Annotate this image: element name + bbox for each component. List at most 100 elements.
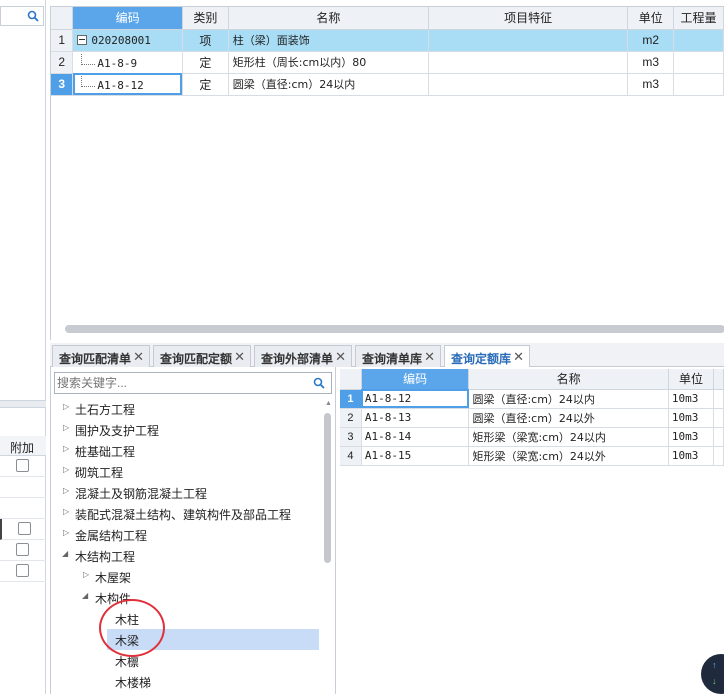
expand-arrow-icon[interactable]: ▷ <box>63 423 69 432</box>
quantity-cell[interactable] <box>673 51 724 74</box>
column-header-name[interactable]: 名称 <box>228 7 430 30</box>
code-cell[interactable]: A1-8-12 <box>72 73 183 96</box>
column-header-feature[interactable]: 项目特征 <box>428 7 629 30</box>
left-grid-row[interactable] <box>0 519 46 540</box>
left-grid-row[interactable] <box>0 540 46 561</box>
tree-node[interactable]: ▷ 混凝土及钢筋混凝土工程 <box>51 482 321 503</box>
feature-cell[interactable] <box>428 29 629 52</box>
name-cell[interactable]: 柱（梁）面装饰 <box>228 29 430 52</box>
tab-bill-library[interactable]: 查询清单库 ✕ <box>355 345 441 367</box>
left-grid-row[interactable] <box>0 456 46 477</box>
expand-arrow-icon[interactable]: ▷ <box>63 507 69 516</box>
column-header-unit[interactable]: 单位 <box>668 369 715 390</box>
collapse-arrow-icon[interactable]: ◢ <box>82 591 88 600</box>
name-cell[interactable]: 圆梁（直径:cm）24以内 <box>228 73 430 96</box>
code-cell[interactable]: A1-8-14 <box>361 427 470 447</box>
extra-cell[interactable] <box>713 427 724 447</box>
tree-search-box[interactable] <box>54 372 332 394</box>
add-checkbox[interactable] <box>16 459 29 472</box>
column-header-name[interactable]: 名称 <box>468 369 669 390</box>
column-header-extra[interactable] <box>713 369 724 390</box>
vertical-scrollbar[interactable] <box>324 413 331 563</box>
table-row[interactable]: 4 A1-8-15 矩形梁（梁宽:cm）24以外 10m3 <box>340 446 724 466</box>
left-grid-row[interactable] <box>0 561 46 582</box>
table-row[interactable]: 2 A1-8-13 圆梁（直径:cm）24以外 10m3 <box>340 408 724 428</box>
expand-arrow-icon[interactable]: ▷ <box>63 402 69 411</box>
row-number[interactable]: 4 <box>340 446 362 466</box>
table-row[interactable]: 2 A1-8-9 定 矩形柱（周长:cm以内）80 m3 <box>51 51 724 74</box>
collapse-arrow-icon[interactable]: ◢ <box>62 549 68 558</box>
type-cell[interactable]: 项 <box>182 29 229 52</box>
quantity-cell[interactable] <box>673 73 724 96</box>
name-cell[interactable]: 圆梁（直径:cm）24以外 <box>468 408 669 428</box>
horizontal-scrollbar[interactable] <box>65 325 724 333</box>
expand-arrow-icon[interactable]: ▷ <box>63 486 69 495</box>
type-cell[interactable]: 定 <box>182 73 229 96</box>
row-number[interactable]: 1 <box>51 29 74 52</box>
feature-cell[interactable] <box>428 51 629 74</box>
feature-cell[interactable] <box>428 73 629 96</box>
expand-arrow-icon[interactable]: ▷ <box>63 444 69 453</box>
unit-cell[interactable]: 10m3 <box>668 446 715 466</box>
left-divider[interactable] <box>0 400 46 408</box>
tree-node[interactable]: ▷ 土石方工程 <box>51 398 321 419</box>
extra-cell[interactable] <box>713 408 724 428</box>
tree-node[interactable]: ◢ 木结构工程 <box>51 545 321 566</box>
tab-match-bill[interactable]: 查询匹配清单 ✕ <box>52 345 150 367</box>
column-header-unit[interactable]: 单位 <box>627 7 675 30</box>
tree-node[interactable]: ▷ 围护及支护工程 <box>51 419 321 440</box>
column-header-code[interactable]: 编码 <box>72 7 183 30</box>
search-icon[interactable] <box>27 10 39 22</box>
row-number[interactable]: 3 <box>51 73 74 96</box>
unit-cell[interactable]: 10m3 <box>668 427 715 447</box>
corner-cell[interactable] <box>51 7 74 30</box>
table-row[interactable]: 3 A1-8-14 矩形梁（梁宽:cm）24以内 10m3 <box>340 427 724 447</box>
expand-arrow-icon[interactable]: ▷ <box>63 465 69 474</box>
row-number[interactable]: 2 <box>51 51 74 74</box>
tree-node-selected[interactable]: 木梁 <box>51 629 321 650</box>
corner-cell[interactable] <box>340 369 362 390</box>
name-cell[interactable]: 矩形柱（周长:cm以内）80 <box>228 51 430 74</box>
left-grid-row[interactable] <box>0 498 46 519</box>
extra-cell[interactable] <box>713 446 724 466</box>
collapse-icon[interactable] <box>77 34 88 45</box>
table-row[interactable]: 1 A1-8-12 圆梁（直径:cm）24以内 10m3 <box>340 389 724 409</box>
tree-node[interactable]: ▷ 金属结构工程 <box>51 524 321 545</box>
type-cell[interactable]: 定 <box>182 51 229 74</box>
tree-node[interactable]: 木楼梯 <box>51 671 321 692</box>
unit-cell[interactable]: 10m3 <box>668 408 715 428</box>
code-cell[interactable]: A1-8-13 <box>361 408 470 428</box>
expand-arrow-icon[interactable]: ▷ <box>83 570 89 579</box>
keyword-search-input[interactable] <box>57 375 307 391</box>
table-row[interactable]: 3 A1-8-12 定 圆梁（直径:cm）24以内 m3 <box>51 73 724 96</box>
close-icon[interactable]: ✕ <box>234 349 245 365</box>
extra-cell[interactable] <box>713 389 724 409</box>
tree-node[interactable]: ▷ 桩基础工程 <box>51 440 321 461</box>
name-cell[interactable]: 矩形梁（梁宽:cm）24以外 <box>468 446 669 466</box>
tree-node[interactable]: 木檩 <box>51 650 321 671</box>
expand-arrow-icon[interactable]: ▷ <box>63 528 69 537</box>
tree-node[interactable]: 木柱 <box>51 608 321 629</box>
left-grid-row[interactable] <box>0 477 46 498</box>
row-number[interactable]: 3 <box>340 427 362 447</box>
column-header-quantity[interactable]: 工程量 <box>673 7 724 30</box>
unit-cell[interactable]: m3 <box>627 73 675 96</box>
tab-quota-library[interactable]: 查询定额库 ✕ <box>444 345 530 368</box>
tree-node[interactable]: ◢ 木构件 <box>51 587 321 608</box>
add-checkbox[interactable] <box>16 543 29 556</box>
unit-cell[interactable]: m3 <box>627 51 675 74</box>
code-cell[interactable]: 020208001 <box>72 29 183 52</box>
close-icon[interactable]: ✕ <box>335 349 346 365</box>
close-icon[interactable]: ✕ <box>513 349 524 365</box>
name-cell[interactable]: 矩形梁（梁宽:cm）24以内 <box>468 427 669 447</box>
scroll-up-icon[interactable]: ▲ <box>325 400 332 407</box>
tree-node[interactable]: ▷ 木屋架 <box>51 566 321 587</box>
search-icon[interactable] <box>313 377 325 389</box>
row-number[interactable]: 1 <box>340 389 362 409</box>
tree-node[interactable]: ▷ 砌筑工程 <box>51 461 321 482</box>
code-cell[interactable]: A1-8-12 <box>361 389 470 409</box>
code-cell[interactable]: A1-8-15 <box>361 446 470 466</box>
close-icon[interactable]: ✕ <box>133 349 144 365</box>
tab-external-bill[interactable]: 查询外部清单 ✕ <box>254 345 352 367</box>
add-checkbox[interactable] <box>18 522 31 535</box>
